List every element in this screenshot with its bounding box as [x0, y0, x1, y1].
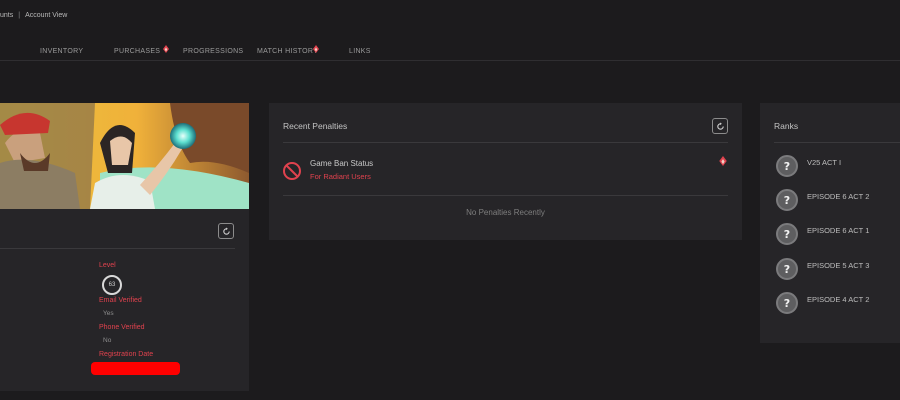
breadcrumb-separator: | — [18, 12, 21, 19]
registration-date-label: Registration Date — [99, 351, 154, 358]
tab-links[interactable]: LINKS — [349, 48, 371, 55]
unranked-icon: ? — [776, 189, 798, 211]
phone-verified-label: Phone Verified — [99, 324, 145, 331]
tab-match-history[interactable]: MATCH HISTORY — [257, 48, 318, 55]
rank-item[interactable]: ? EPISODE 6 ACT 1 — [776, 223, 900, 245]
phone-verified-value: No — [103, 337, 112, 344]
level-badge: 63 — [102, 275, 122, 295]
rank-label: EPISODE 4 ACT 2 — [807, 295, 870, 304]
profile-divider — [0, 248, 235, 249]
game-ban-status-title: Game Ban Status — [310, 159, 374, 168]
profile-refresh-button[interactable] — [218, 223, 234, 239]
unranked-icon: ? — [776, 223, 798, 245]
game-ban-status-subtitle: For Radiant Users — [310, 172, 371, 181]
rank-item[interactable]: ? EPISODE 4 ACT 2 — [776, 292, 900, 314]
ranks-title: Ranks — [774, 121, 799, 131]
agent-banner-image — [0, 103, 249, 209]
refresh-icon — [222, 226, 230, 235]
unranked-icon: ? — [776, 258, 798, 280]
penalties-refresh-button[interactable] — [712, 118, 728, 134]
unranked-icon: ? — [776, 155, 798, 177]
rank-label: V25 ACT I — [807, 158, 842, 167]
rank-label: EPISODE 5 ACT 3 — [807, 261, 870, 270]
rank-label: EPISODE 6 ACT 1 — [807, 226, 870, 235]
radiant-icon — [313, 45, 319, 53]
rank-item[interactable]: ? EPISODE 6 ACT 2 — [776, 189, 900, 211]
redacted-registration-date — [91, 362, 180, 375]
rank-label: EPISODE 6 ACT 2 — [807, 192, 870, 201]
level-value: 63 — [108, 282, 116, 288]
radiant-icon — [163, 45, 169, 53]
breadcrumb-current: Account View — [25, 12, 68, 19]
penalties-divider — [283, 195, 728, 196]
no-penalties-message: No Penalties Recently — [466, 208, 545, 217]
penalties-divider — [283, 142, 728, 143]
breadcrumb: unts | Account View — [0, 12, 67, 19]
ban-icon — [283, 162, 301, 180]
tab-purchases[interactable]: PURCHASES — [114, 48, 160, 55]
profile-panel — [0, 103, 249, 391]
refresh-icon — [716, 121, 724, 130]
rank-item[interactable]: ? EPISODE 5 ACT 3 — [776, 258, 900, 280]
rank-item[interactable]: ? V25 ACT I — [776, 155, 900, 177]
breadcrumb-parent[interactable]: unts — [0, 12, 13, 19]
email-verified-value: Yes — [103, 310, 114, 317]
penalties-title: Recent Penalties — [283, 121, 348, 131]
nav-bar: INVENTORY PURCHASES PROGRESSIONS MATCH H… — [0, 44, 900, 61]
tab-progressions[interactable]: PROGRESSIONS — [183, 48, 243, 55]
email-verified-label: Email Verified — [99, 297, 142, 304]
tab-inventory[interactable]: INVENTORY — [40, 48, 83, 55]
ranks-divider — [774, 142, 900, 143]
unranked-icon: ? — [776, 292, 798, 314]
level-label: Level — [99, 262, 116, 269]
radiant-icon — [719, 156, 727, 166]
